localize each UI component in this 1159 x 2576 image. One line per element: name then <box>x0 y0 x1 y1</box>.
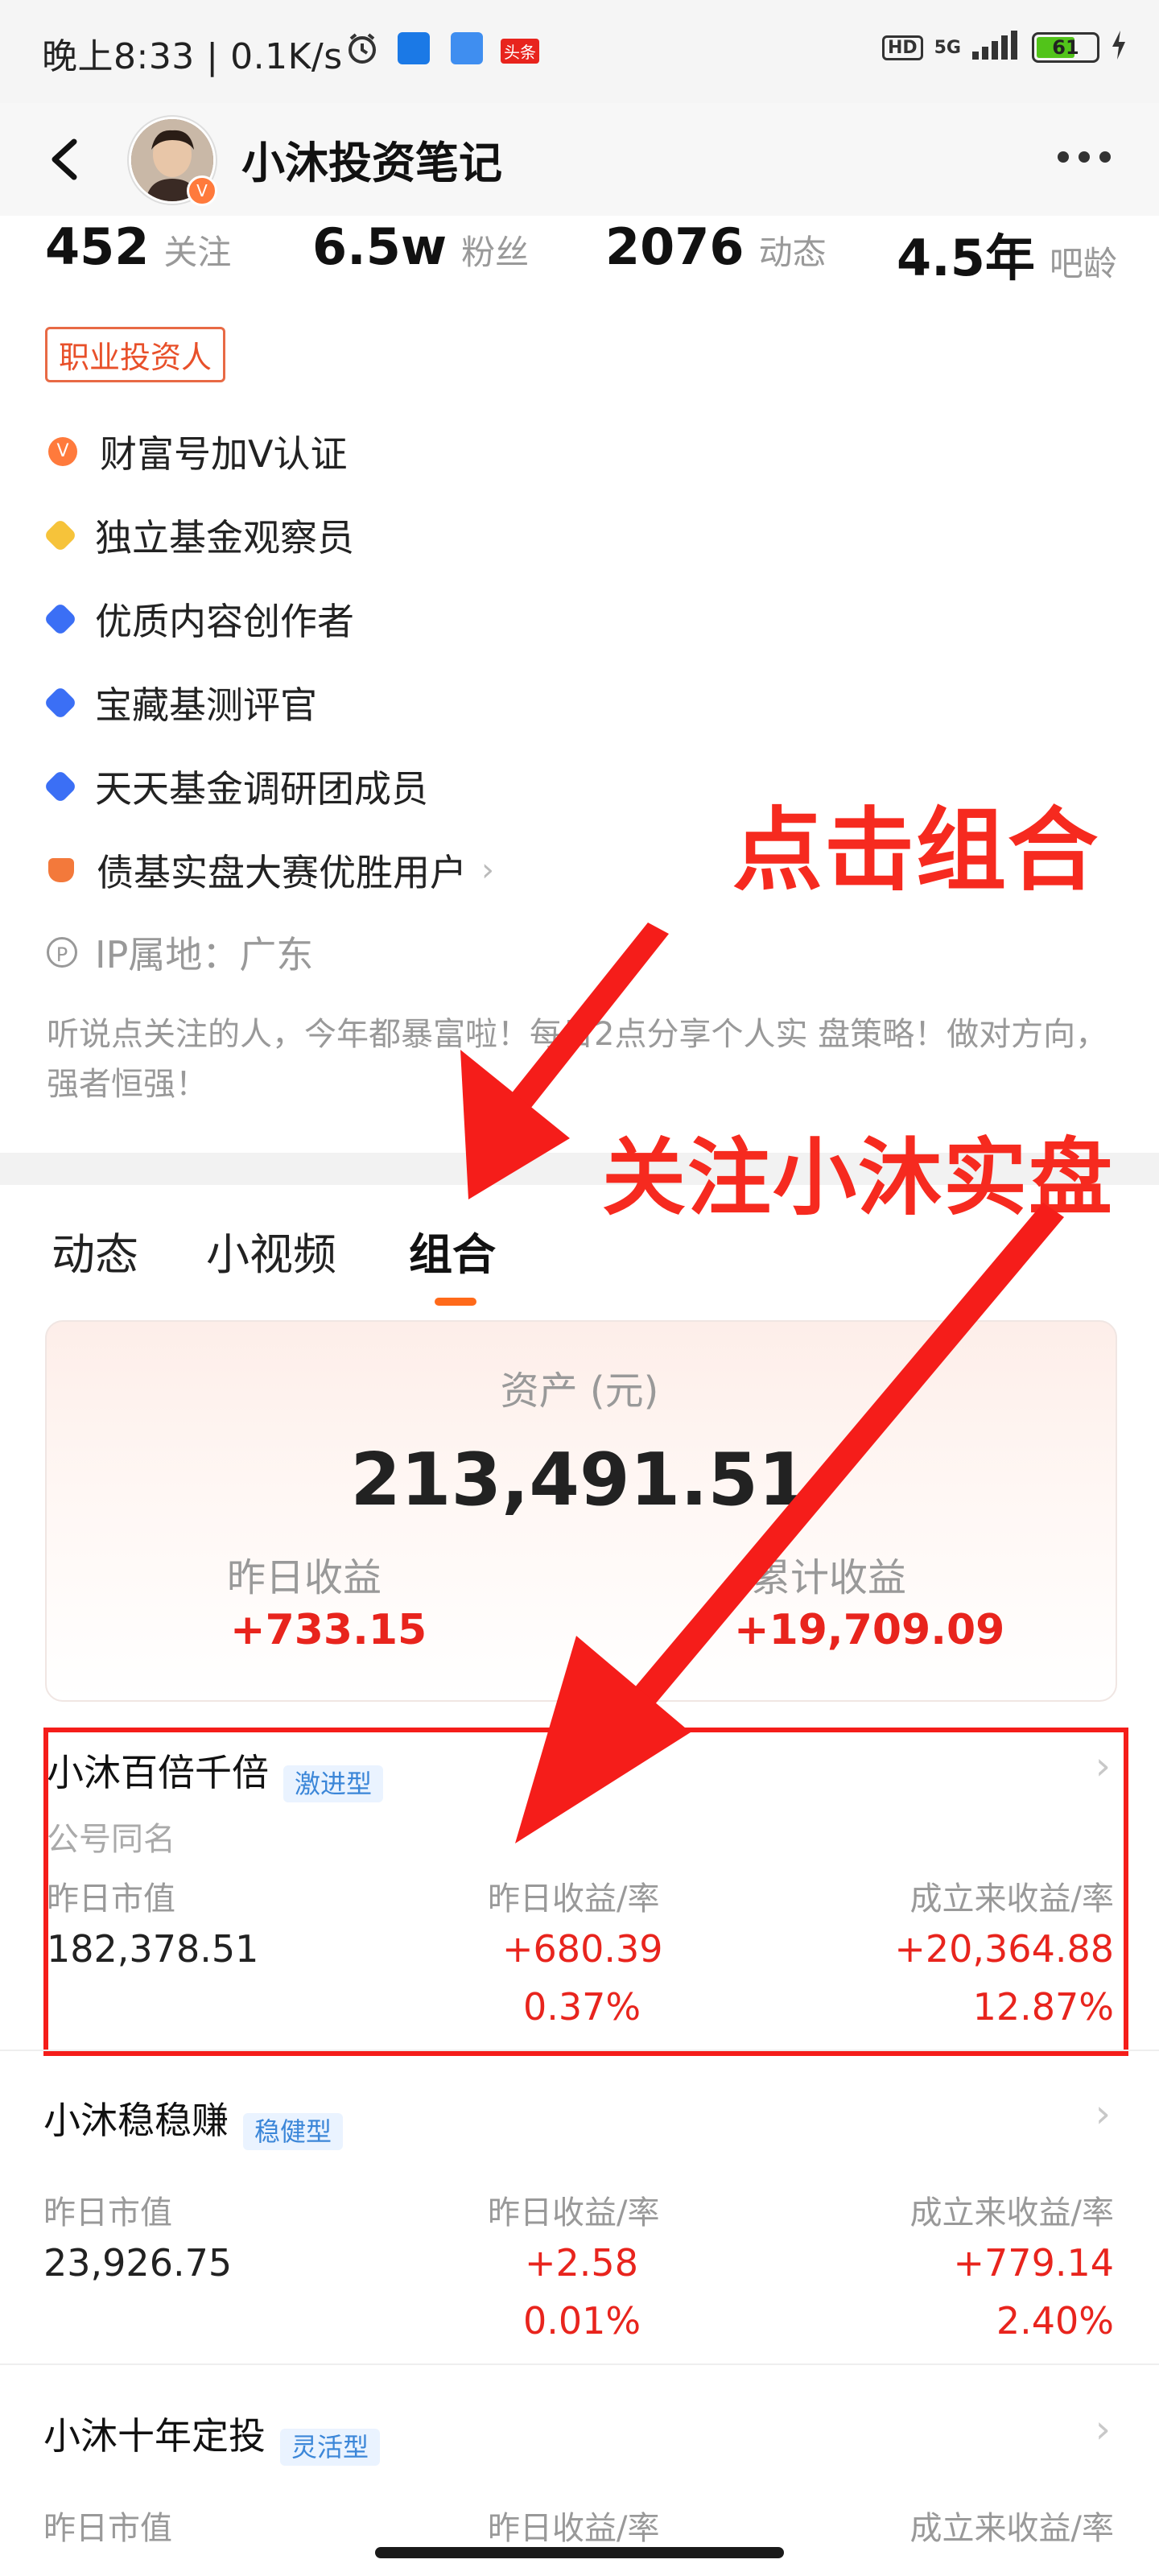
home-indicator[interactable] <box>375 2547 784 2558</box>
annotation-arrows <box>460 923 1064 1843</box>
arrow-to-portfolio-tab <box>460 923 669 1199</box>
arrow-to-portfolio-card <box>515 1203 1064 1843</box>
